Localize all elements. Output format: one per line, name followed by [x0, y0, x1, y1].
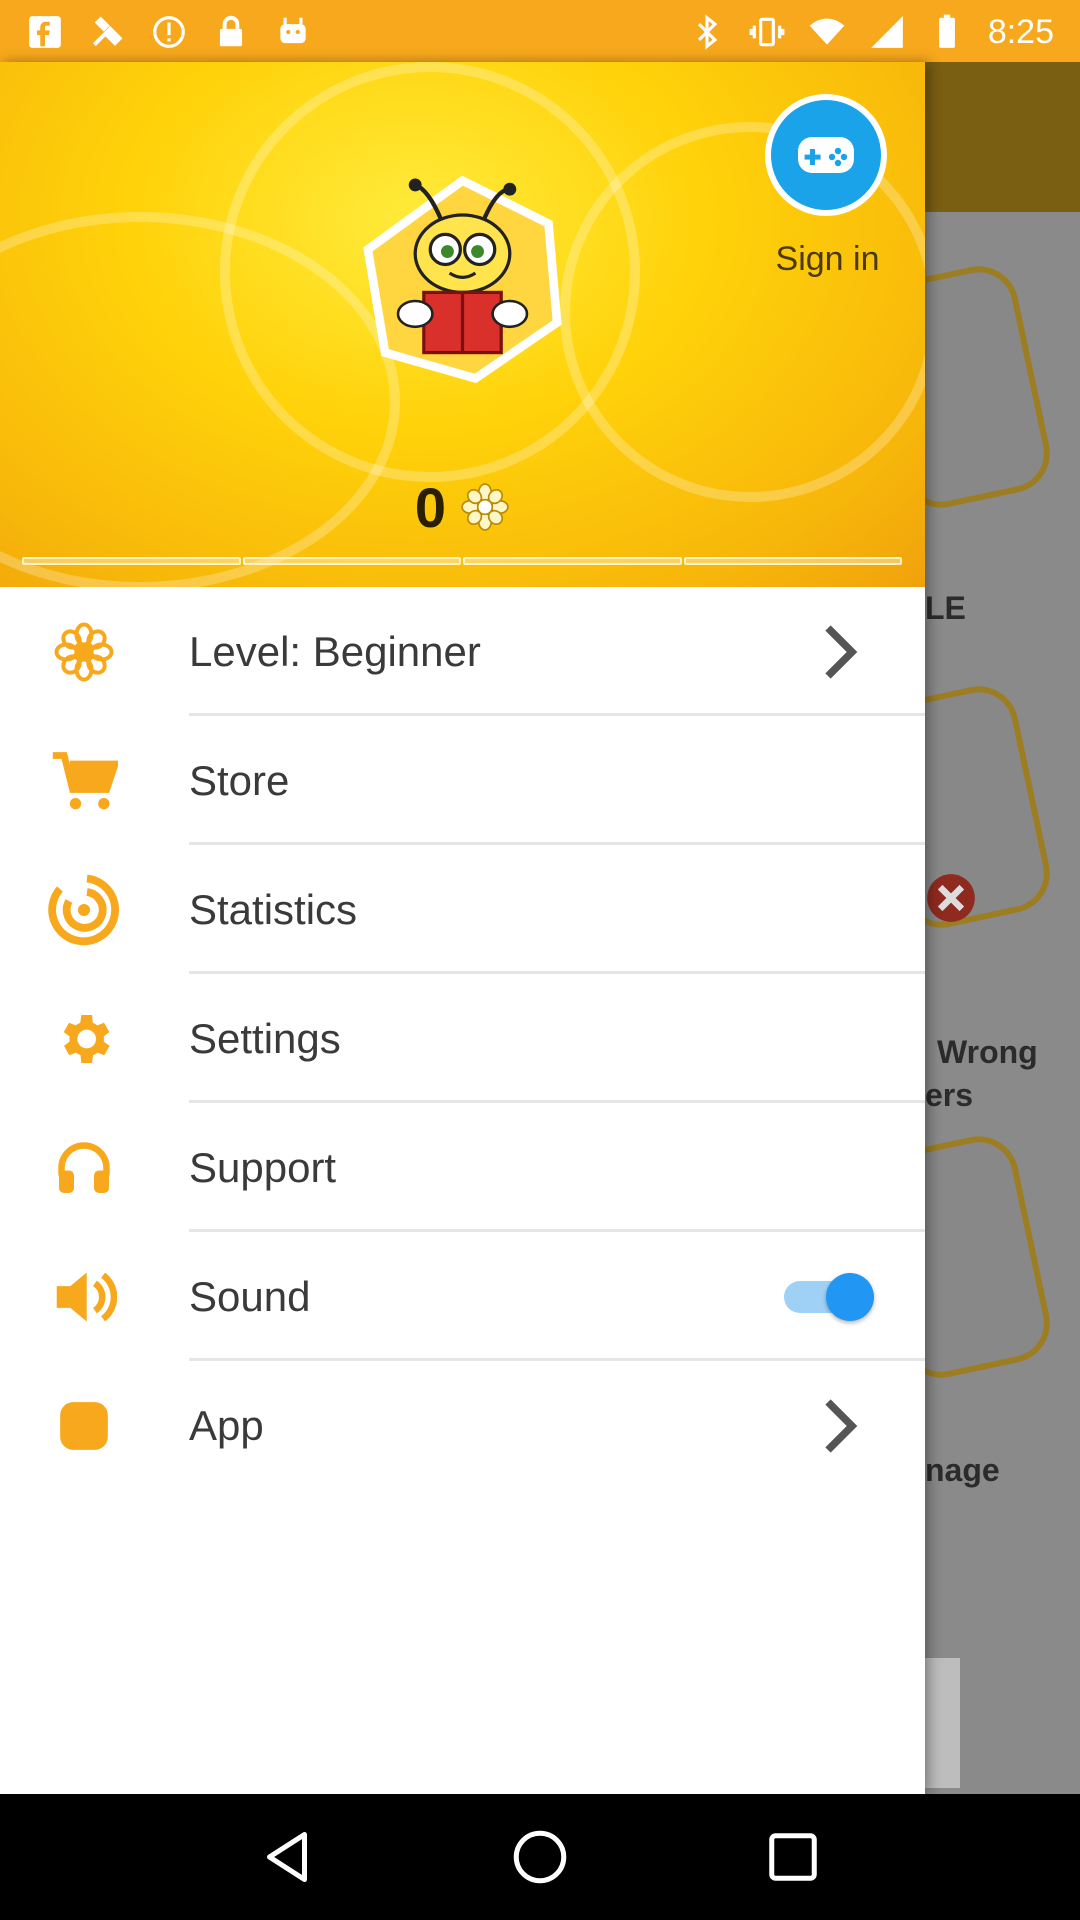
progress-segment — [22, 557, 241, 565]
background-text: nage — [925, 1452, 1000, 1488]
menu-item-label: App — [189, 1401, 264, 1449]
menu-item-app[interactable]: App — [0, 1361, 925, 1490]
background-text: Wrong — [937, 1034, 1038, 1070]
close-circle-icon — [927, 874, 975, 922]
background-card — [925, 258, 1058, 516]
background-app: LE Wrong ers nage — [925, 62, 1080, 1794]
flower-icon — [48, 616, 120, 688]
wifi-icon — [809, 18, 845, 45]
navigation-drawer: Sign in 0 Level: Beginner Store Statisti… — [0, 62, 925, 1794]
battery-icon — [938, 14, 955, 48]
lock-icon — [219, 15, 243, 47]
drawer-menu: Level: Beginner Store Statistics Setting… — [0, 587, 925, 1490]
progress-segment — [683, 557, 902, 565]
gear-icon — [48, 1003, 120, 1075]
spiral-icon — [48, 874, 120, 946]
menu-item-statistics[interactable]: Statistics — [0, 845, 925, 974]
menu-item-label: Sound — [189, 1272, 311, 1320]
android-icon — [280, 17, 306, 44]
menu-item-label: Statistics — [189, 885, 358, 933]
bluetooth-icon — [697, 14, 718, 50]
fake-gps-icon — [92, 16, 123, 47]
background-text: LE — [925, 590, 966, 626]
app-square-icon — [48, 1390, 120, 1462]
recents-icon[interactable] — [763, 1827, 823, 1887]
progress-segment — [242, 557, 461, 565]
menu-item-label: Store — [189, 756, 290, 804]
menu-item-level[interactable]: Level: Beginner — [0, 587, 925, 716]
chevron-right-icon — [825, 624, 858, 679]
flower-icon — [461, 483, 509, 531]
back-icon[interactable] — [257, 1827, 317, 1887]
score-value: 0 — [414, 475, 447, 539]
system-navigation-bar — [0, 1794, 1080, 1920]
home-icon[interactable] — [510, 1827, 570, 1887]
bee-mascot-icon — [363, 175, 562, 384]
toggle-knob — [826, 1272, 874, 1321]
cart-icon — [48, 745, 120, 817]
sound-toggle[interactable] — [784, 1272, 874, 1321]
progress-segment — [463, 557, 682, 565]
score-row: 0 — [0, 472, 925, 542]
facebook-icon — [29, 16, 61, 48]
background-app-header — [925, 62, 1080, 212]
status-time: 8:25 — [987, 12, 1054, 51]
drawer-header: Sign in 0 — [0, 62, 925, 587]
chevron-right-icon — [825, 1398, 858, 1453]
headphones-icon — [48, 1132, 120, 1204]
menu-item-label: Level: Beginner — [189, 627, 481, 675]
game-controller-button[interactable] — [765, 94, 887, 216]
status-bar: 8:25 — [0, 0, 1080, 62]
menu-item-sound[interactable]: Sound — [0, 1232, 925, 1361]
background-card — [925, 1128, 1058, 1386]
status-icons-left — [26, 12, 312, 52]
menu-item-settings[interactable]: Settings — [0, 974, 925, 1103]
sign-in-link[interactable]: Sign in — [740, 240, 915, 279]
info-icon — [153, 16, 185, 48]
background-ad — [925, 1658, 960, 1788]
speaker-icon — [48, 1261, 120, 1333]
menu-item-label: Support — [189, 1143, 337, 1191]
menu-item-support[interactable]: Support — [0, 1103, 925, 1232]
game-controller-icon — [798, 137, 854, 173]
level-progress-bar — [22, 557, 902, 565]
vibrate-icon — [749, 17, 785, 47]
signal-icon — [870, 16, 903, 48]
status-icons-right: 8:25 — [688, 12, 1054, 52]
background-text: ers — [925, 1077, 974, 1113]
menu-item-label: Settings — [189, 1014, 341, 1062]
menu-item-store[interactable]: Store — [0, 716, 925, 845]
